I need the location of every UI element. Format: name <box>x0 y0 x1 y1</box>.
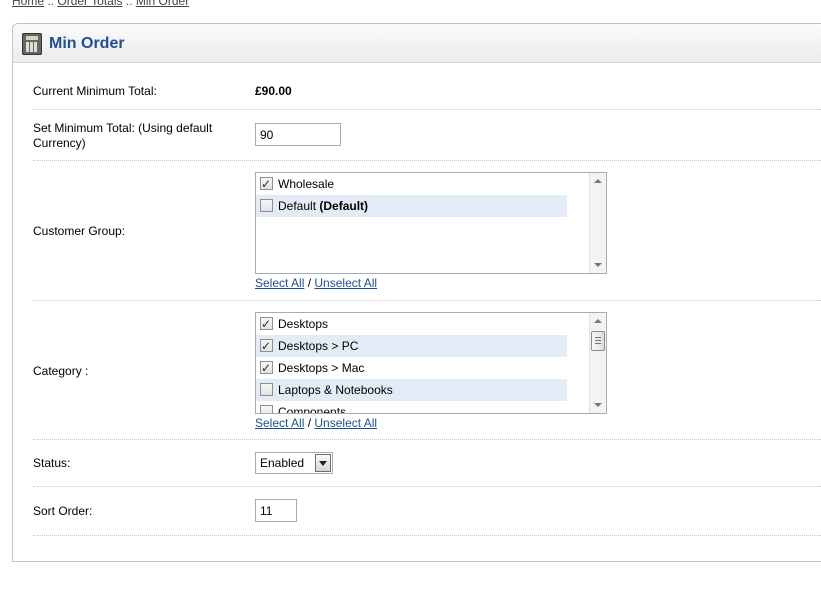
scroll-up-icon[interactable] <box>594 319 602 323</box>
checkbox[interactable] <box>260 199 273 212</box>
category-name: Components <box>278 405 347 414</box>
customer-group-field: Wholesale Default (Default) Select All / <box>255 172 607 290</box>
min-order-panel: Min Order Current Minimum Total: £90.00 … <box>12 23 821 562</box>
customer-group-select-links: Select All / Unselect All <box>255 276 607 290</box>
sort-order-row: Sort Order: <box>33 487 821 536</box>
category-item[interactable]: Components <box>256 401 567 414</box>
customer-group-item[interactable]: Wholesale <box>256 173 567 195</box>
unselect-all-link[interactable]: Unselect All <box>314 416 377 430</box>
scrollbar[interactable] <box>589 313 606 413</box>
checkbox[interactable] <box>260 405 273 413</box>
customer-group-item[interactable]: Default (Default) <box>256 195 567 217</box>
category-name: Desktops > PC <box>278 339 359 353</box>
minimum-total-input[interactable] <box>255 123 341 146</box>
category-item[interactable]: Laptops & Notebooks <box>256 379 567 401</box>
unselect-all-link[interactable]: Unselect All <box>314 276 377 290</box>
breadcrumb-order-totals-link[interactable]: Order Totals <box>57 0 122 8</box>
select-all-link[interactable]: Select All <box>255 276 304 290</box>
category-item[interactable]: Desktops > PC <box>256 335 567 357</box>
chevron-down-icon[interactable] <box>315 454 331 472</box>
category-name: Desktops > Mac <box>278 361 365 375</box>
category-item[interactable]: Desktops <box>256 313 567 335</box>
current-minimum-value: £90.00 <box>255 84 292 98</box>
status-select[interactable]: Enabled <box>255 452 333 474</box>
category-row: Category : Desktops Desktops > PC Deskto… <box>33 301 821 440</box>
category-name: Desktops <box>278 317 329 331</box>
page-title: Min Order <box>49 35 125 52</box>
customer-group-list[interactable]: Wholesale Default (Default) <box>255 172 607 274</box>
checkbox[interactable] <box>260 357 273 379</box>
checkbox[interactable] <box>260 335 273 357</box>
category-field: Desktops Desktops > PC Desktops > Mac La… <box>255 312 607 430</box>
scroll-down-icon[interactable] <box>594 263 602 267</box>
checkbox[interactable] <box>260 173 273 195</box>
customer-group-name: Wholesale <box>278 177 335 191</box>
category-list[interactable]: Desktops Desktops > PC Desktops > Mac La… <box>255 312 607 414</box>
scroll-thumb[interactable] <box>591 331 605 351</box>
category-select-links: Select All / Unselect All <box>255 416 607 430</box>
set-minimum-label: Set Minimum Total: (Using default Curren… <box>33 121 213 150</box>
scroll-up-icon[interactable] <box>594 179 602 183</box>
breadcrumb-separator: :: <box>122 0 136 8</box>
sort-order-input[interactable] <box>255 499 297 522</box>
customer-group-label: Customer Group: <box>33 224 126 238</box>
link-separator: / <box>307 416 312 430</box>
select-all-link[interactable]: Select All <box>255 416 304 430</box>
category-item[interactable]: Desktops > Mac <box>256 357 567 379</box>
calculator-icon <box>22 33 42 55</box>
current-minimum-row: Current Minimum Total: £90.00 <box>33 74 821 110</box>
breadcrumb-home-link[interactable]: Home <box>12 0 44 8</box>
set-minimum-row: Set Minimum Total: (Using default Curren… <box>33 110 821 161</box>
breadcrumb-min-order-link[interactable]: Min Order <box>136 0 189 8</box>
default-marker: (Default) <box>319 199 369 213</box>
scrollbar[interactable] <box>589 173 606 273</box>
panel-header: Min Order <box>13 24 821 63</box>
status-row: Status: Enabled <box>33 440 821 487</box>
settings-form: Current Minimum Total: £90.00 Set Minimu… <box>33 74 821 536</box>
breadcrumb-separator: :: <box>44 0 58 8</box>
scroll-down-icon[interactable] <box>594 403 602 407</box>
customer-group-name: Default <box>278 199 317 213</box>
customer-group-row: Customer Group: Wholesale Default (Defau… <box>33 161 821 301</box>
checkbox[interactable] <box>260 383 273 396</box>
category-name: Laptops & Notebooks <box>278 383 393 397</box>
status-label: Status: <box>33 456 71 470</box>
link-separator: / <box>307 276 312 290</box>
sort-order-label: Sort Order: <box>33 504 93 518</box>
checkbox[interactable] <box>260 313 273 335</box>
breadcrumb: Home :: Order Totals :: Min Order <box>12 0 189 8</box>
current-minimum-label: Current Minimum Total: <box>33 84 157 98</box>
category-label: Category : <box>33 364 89 378</box>
status-selected-value: Enabled <box>260 456 305 470</box>
